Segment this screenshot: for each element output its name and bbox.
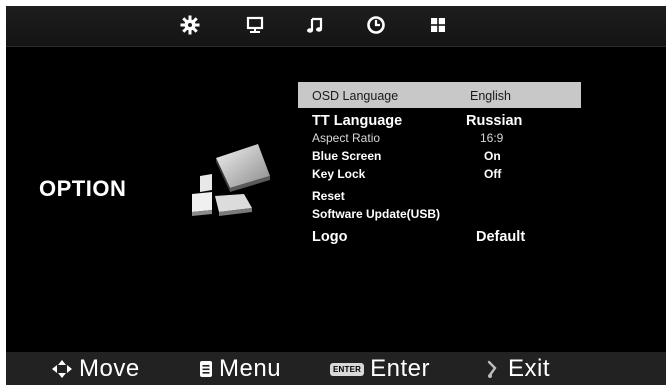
monitor-icon xyxy=(246,16,264,33)
option-blocks-icon xyxy=(192,144,270,216)
menu-item-label: OSD Language xyxy=(312,89,399,103)
option-grid-icon xyxy=(431,18,445,32)
menu-doc-icon xyxy=(200,361,212,377)
menu-item-label: Key Lock xyxy=(312,167,366,181)
tab-picture[interactable] xyxy=(178,14,202,36)
move-label: Move xyxy=(79,355,140,382)
menu-item-label: Logo xyxy=(312,229,348,245)
menu-item-tt-language[interactable]: TT Language Russian xyxy=(298,111,581,131)
menu-item-value: Default xyxy=(476,229,526,245)
move-hint: Move xyxy=(51,355,140,382)
menu-hint: Menu xyxy=(199,355,282,382)
tab-option[interactable] xyxy=(426,14,450,36)
menu-label: Menu xyxy=(219,355,282,382)
menu-item-reset[interactable]: Reset xyxy=(298,188,581,204)
top-tab-bar xyxy=(6,6,666,47)
tab-screen[interactable] xyxy=(243,14,267,36)
exit-hint: Exit xyxy=(484,355,551,382)
menu-item-label: TT Language xyxy=(312,113,403,129)
menu-item-label: Software Update(USB) xyxy=(312,207,441,221)
menu-item-software-update[interactable]: Software Update(USB) xyxy=(298,206,581,222)
tv-osd-screen: OPTION OSD Language English TT Language … xyxy=(6,6,666,385)
tab-time[interactable] xyxy=(364,14,388,36)
menu-item-value: English xyxy=(470,89,511,103)
menu-item-value: 16:9 xyxy=(480,131,504,145)
exit-label: Exit xyxy=(508,355,551,382)
help-bar: Move Menu ENTER Enter Exit xyxy=(6,352,666,385)
tab-sound[interactable] xyxy=(303,14,327,36)
page-title: OPTION xyxy=(39,176,127,201)
enter-hint: ENTER Enter xyxy=(330,355,430,382)
menu-item-osd-language[interactable]: OSD Language English xyxy=(298,82,581,108)
enter-label: Enter xyxy=(370,355,430,382)
music-note-icon xyxy=(307,17,323,33)
menu-item-label: Blue Screen xyxy=(312,149,382,163)
menu-item-value: Off xyxy=(484,167,502,181)
menu-item-value: On xyxy=(484,149,501,163)
menu-item-aspect-ratio[interactable]: Aspect Ratio 16:9 xyxy=(298,130,581,146)
move-arrows-icon xyxy=(52,360,72,378)
menu-item-key-lock[interactable]: Key Lock Off xyxy=(298,166,581,182)
menu-item-label: Reset xyxy=(312,189,345,203)
clock-icon xyxy=(367,16,385,34)
menu-item-blue-screen[interactable]: Blue Screen On xyxy=(298,148,581,164)
exit-icon xyxy=(487,360,497,378)
picture-gear-icon xyxy=(180,15,200,35)
enter-key-icon: ENTER xyxy=(330,362,365,376)
menu-item-logo[interactable]: Logo Default xyxy=(298,227,581,247)
menu-item-label: Aspect Ratio xyxy=(312,131,381,145)
menu-item-value: Russian xyxy=(466,113,523,129)
